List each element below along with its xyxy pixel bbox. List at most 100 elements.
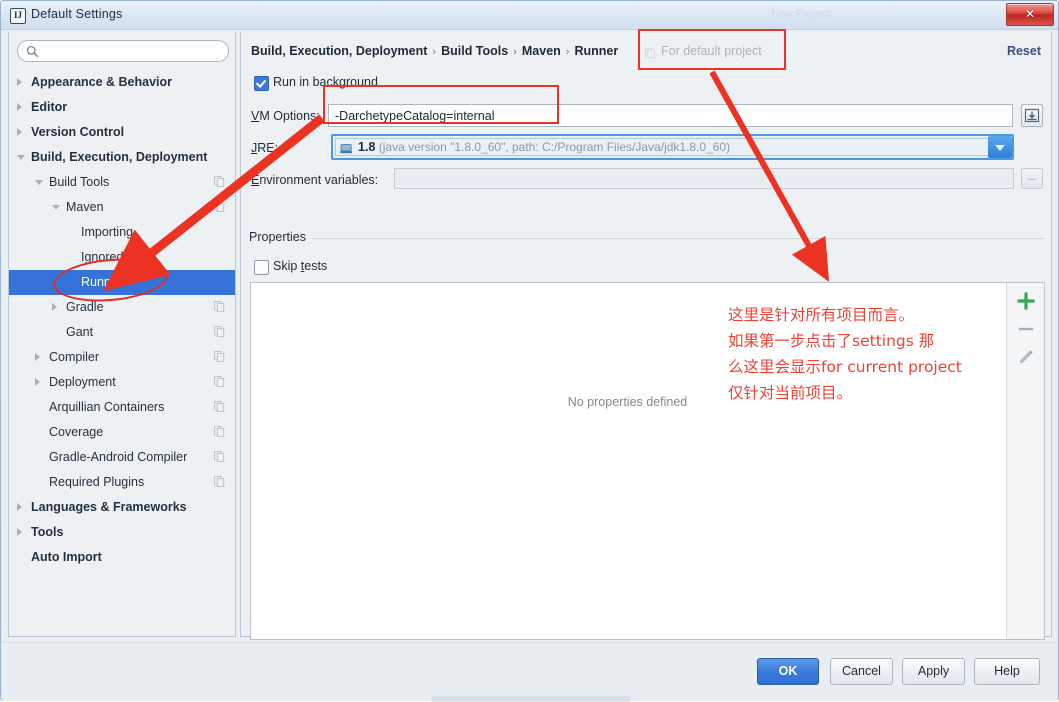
jre-combobox[interactable]: 1.8 (java version "1.8.0_60", path: C:/P… [331,134,1014,160]
sidebar-item-languages-frameworks[interactable]: Languages & Frameworks [9,495,235,520]
properties-group-divider [249,238,1045,239]
sidebar-item-editor[interactable]: Editor [9,95,235,120]
breadcrumb-item[interactable]: Maven [522,44,561,58]
sidebar-item-tools[interactable]: Tools [9,520,235,545]
sidebar-item-gradle-android-compiler[interactable]: Gradle-Android Compiler [9,445,235,470]
settings-detail-pane: Build, Execution, Deployment › Build Tools… [240,32,1052,640]
sidebar-item-label: Appearance & Behavior [31,75,173,89]
run-in-background-label: Run in background [273,75,378,89]
sidebar-item-arquillian-containers[interactable]: Arquillian Containers [9,395,235,420]
remove-property-button[interactable] [1014,317,1038,341]
sidebar-item-importing[interactable]: Importing [9,220,235,245]
breadcrumb: Build, Execution, Deployment › Build Tools… [251,44,618,58]
environment-variables-browse-button[interactable]: ... [1021,168,1043,189]
copy-settings-icon[interactable] [214,326,225,337]
sidebar-item-version-control[interactable]: Version Control [9,120,235,145]
copy-settings-icon[interactable] [214,401,225,412]
copy-settings-icon[interactable] [214,476,225,487]
sidebar-item-label: Gradle-Android Compiler [49,450,188,464]
sidebar-item-appearance-behavior[interactable]: Appearance & Behavior [9,70,235,95]
copy-settings-icon[interactable] [214,201,225,212]
chevron-down-icon[interactable] [52,205,60,210]
expand-editor-icon[interactable] [1021,104,1043,127]
sidebar-item-label: Coverage [49,425,104,439]
window-title: Default Settings [31,7,123,21]
vm-options-input[interactable] [328,104,1013,127]
sidebar-item-compiler[interactable]: Compiler [9,345,235,370]
settings-dialog-window: IJ Default Settings New Project ✕ Appear… [0,0,1059,702]
copy-settings-icon[interactable] [214,176,225,187]
chevron-down-icon[interactable] [988,136,1012,158]
copy-settings-icon[interactable] [214,351,225,362]
jre-label: JRE: [251,141,279,155]
chevron-right-icon[interactable] [17,103,22,111]
sidebar-item-label: Importing [81,225,134,239]
chevron-right-icon[interactable] [17,503,22,511]
breadcrumb-item[interactable]: Runner [574,44,618,58]
settings-sidebar: Appearance & Behavior Editor Version Contr… [8,32,236,637]
copy-settings-icon[interactable] [214,451,225,462]
jre-detail: (java version "1.8.0_60", path: C:/Progr… [378,140,731,154]
chevron-down-icon[interactable] [17,155,25,160]
sidebar-item-label: Deployment [49,375,116,389]
copy-settings-icon[interactable] [214,376,225,387]
copy-settings-icon[interactable] [214,426,225,437]
run-in-background-checkbox[interactable] [254,76,269,91]
close-icon[interactable]: ✕ [1006,3,1054,26]
chevron-right-icon[interactable] [35,378,40,386]
jre-version: 1.8 [358,140,376,154]
sidebar-item-deployment[interactable]: Deployment [9,370,235,395]
sidebar-item-label: Ignored Files [81,250,154,264]
skip-tests-label: Skip tests [273,259,328,273]
sidebar-item-label: Gradle [66,300,104,314]
sidebar-item-label: Auto Import [31,550,102,564]
sidebar-item-auto-import[interactable]: Auto Import [9,545,235,570]
sidebar-item-label: Compiler [49,350,100,364]
environment-variables-input[interactable] [394,168,1014,189]
sidebar-item-label: Build Tools [49,175,110,189]
sidebar-item-coverage[interactable]: Coverage [9,420,235,445]
sidebar-item-label: Languages & Frameworks [31,500,187,514]
breadcrumb-item[interactable]: Build Tools [441,44,508,58]
search-field-wrapper [17,40,229,62]
add-property-button[interactable] [1014,289,1038,313]
dialog-content: Appearance & Behavior Editor Version Contr… [2,30,1057,642]
skip-tests-checkbox[interactable] [254,260,269,275]
sidebar-item-build-execution-deployment[interactable]: Build, Execution, Deployment [9,145,235,170]
chevron-right-icon[interactable] [17,528,22,536]
sidebar-item-label: Build, Execution, Deployment [31,150,208,164]
chevron-right-icon[interactable] [17,78,22,86]
search-input[interactable] [17,40,229,62]
sidebar-item-build-tools[interactable]: Build Tools [9,170,235,195]
sidebar-item-ignored-files[interactable]: Ignored Files [9,245,235,270]
jdk-icon [340,144,352,154]
title-bar: IJ Default Settings New Project ✕ [1,1,1058,30]
sidebar-item-runner[interactable]: Runner [9,270,235,295]
project-scope-icon [645,48,655,58]
ok-button[interactable]: OK [757,658,819,685]
apply-button[interactable]: Apply [902,658,965,685]
breadcrumb-separator: › [432,46,437,58]
properties-table[interactable]: No properties defined [250,282,1045,640]
chevron-right-icon[interactable] [17,128,22,136]
help-button[interactable]: Help [974,658,1040,685]
cancel-button[interactable]: Cancel [830,658,893,685]
copy-settings-icon[interactable] [214,301,225,312]
sidebar-item-required-plugins[interactable]: Required Plugins [9,470,235,495]
breadcrumb-item[interactable]: Build, Execution, Deployment [251,44,427,58]
sidebar-item-gant[interactable]: Gant [9,320,235,345]
idea-icon: IJ [10,8,26,24]
chevron-down-icon[interactable] [35,180,43,185]
properties-empty-message: No properties defined [567,395,688,409]
breadcrumb-separator: › [513,46,517,58]
environment-variables-label: Environment variables: [251,173,379,187]
edit-property-button[interactable] [1014,345,1038,369]
chevron-right-icon[interactable] [52,303,57,311]
sidebar-item-gradle[interactable]: Gradle [9,295,235,320]
sidebar-item-label: Tools [31,525,64,539]
sidebar-item-maven[interactable]: Maven [9,195,235,220]
properties-toolbar [1006,283,1044,639]
chevron-right-icon[interactable] [35,353,40,361]
reset-link[interactable]: Reset [1007,44,1041,58]
search-icon [26,45,39,58]
